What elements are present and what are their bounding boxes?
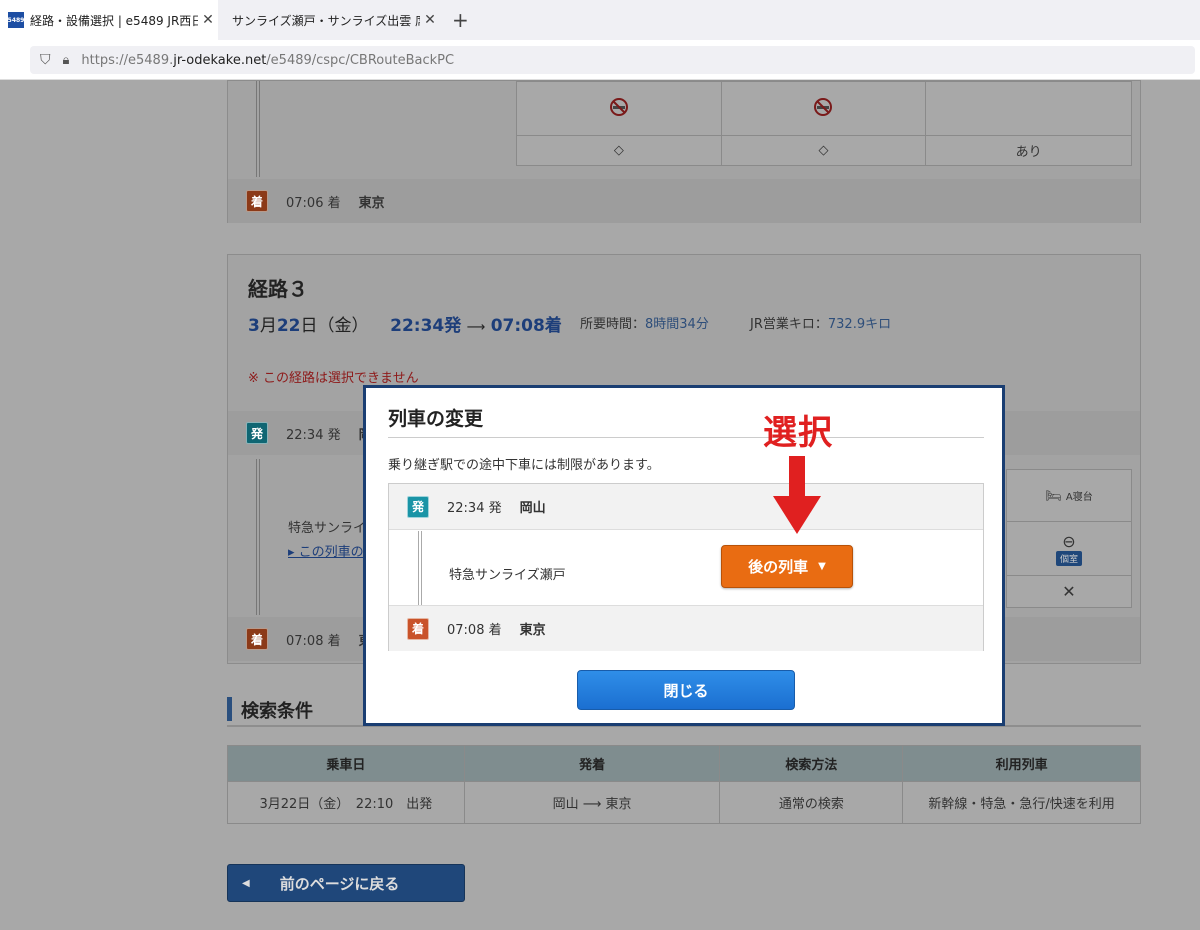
route-title: 経路３ (248, 277, 308, 301)
close-tab-icon[interactable]: ✕ (420, 12, 440, 28)
tab-title: 経路・設備選択 | e5489 JR西日本 (30, 13, 198, 28)
minus-circle-icon: ⊖ (1062, 531, 1076, 551)
arrival-station: 東京 (358, 195, 385, 211)
address-bar: ⛉ 🔒︎ https://e5489.jr-odekake.net/e5489/… (0, 40, 1200, 80)
url-field[interactable]: ⛉ 🔒︎ https://e5489.jr-odekake.net/e5489/… (30, 46, 1195, 74)
arrival-time: 07:08 着 (286, 633, 341, 649)
heading-text: 検索条件 (241, 701, 313, 722)
table-row: 3月22日（金） 22:10 出発 岡山 ⟶ 東京 通常の検索 新幹線・特急・急… (227, 781, 1141, 824)
back-button[interactable]: ◀ 前のページに戻る (227, 864, 465, 902)
departure-badge: 発 (407, 495, 429, 518)
facility-cell: ◇ (720, 135, 927, 166)
route-date-time: 3月22日（金） 22:34発 ⟶ 07:08着 (248, 316, 562, 336)
tab-title: サンライズ瀬戸・サンライズ出雲 席番 (232, 13, 420, 28)
shield-icon[interactable]: ⛉ (40, 52, 51, 68)
new-tab-button[interactable]: + (452, 8, 469, 32)
no-smoking-icon (720, 81, 927, 136)
table-cell: 通常の検索 (719, 781, 904, 824)
arrival-badge: 着 (246, 190, 268, 212)
operating-km: JR営業キロ：732.9キロ (750, 317, 892, 332)
site-favicon-icon: 5489 (8, 12, 24, 28)
arrival-row: 着 07:06 着 東京 (228, 179, 1140, 223)
table-cell: 岡山 ⟶ 東京 (463, 781, 721, 824)
arrival-row: 着 07:08 着 東京 (389, 605, 983, 651)
route-2-panel: ◇ ◇ あり 着 07:06 着 東京 (227, 80, 1141, 223)
left-arrow-icon: ◀ (242, 877, 250, 889)
table-header: 乗車日 (227, 745, 465, 782)
arrival-badge: 着 (407, 617, 429, 640)
arrival-time: 07:08 着 (447, 623, 502, 638)
a-sleeper-cell: 🛏︎ A寝台 (1006, 469, 1132, 522)
facility-table: ◇ ◇ あり (516, 81, 1132, 166)
dialog-route: 発 22:34 発 岡山 特急サンライズ瀬戸 後の列車 ▼ 着 07:08 着 … (388, 483, 984, 651)
select-annotation: 選択 (763, 413, 833, 453)
heading-accent-bar (227, 697, 232, 721)
bed-icon: 🛏︎ (1045, 488, 1062, 504)
table-header: 発着 (463, 745, 721, 782)
departure-time: 22:34 発 (286, 427, 341, 443)
duration: 所要時間：8時間34分 (580, 317, 709, 332)
route-warning: ※ この経路は選択できません (248, 371, 419, 386)
close-button[interactable]: 閉じる (577, 670, 795, 710)
close-tab-icon[interactable]: ✕ (198, 12, 218, 28)
divider (388, 437, 984, 438)
arrival-badge: 着 (246, 628, 268, 650)
table-cell: 新幹線・特急・急行/快速を利用 (902, 781, 1141, 824)
arrival-station: 東京 (519, 623, 546, 638)
no-smoking-icon (516, 81, 722, 136)
facility-cell: ◇ (516, 135, 722, 166)
dialog-note: 乗り継ぎ駅での途中下車には制限があります。 (388, 458, 660, 473)
private-room-cell: ⊖ 個室 (1006, 521, 1132, 576)
later-train-button[interactable]: 後の列車 ▼ (721, 545, 853, 588)
train-name: 特急サンライズ瀬戸 (449, 568, 566, 583)
tab-active[interactable]: 5489 経路・設備選択 | e5489 JR西日本 ✕ (0, 0, 218, 40)
facility-table: 🛏︎ A寝台 ⊖ 個室 ✕ (1006, 469, 1132, 608)
route-rail (418, 531, 422, 605)
table-cell: 3月22日（金） 22:10 出発 (227, 781, 465, 824)
search-conditions-table: 乗車日 発着 検索方法 利用列車 3月22日（金） 22:10 出発 岡山 ⟶ … (227, 745, 1141, 824)
facility-cell: あり (925, 135, 1132, 166)
table-header: 検索方法 (719, 745, 904, 782)
unavailable-cross-icon: ✕ (1006, 575, 1132, 608)
departure-row: 発 22:34 発 岡山 (389, 484, 983, 530)
route-rail (256, 81, 260, 177)
url-text: https://e5489.jr-odekake.net/e5489/cspc/… (81, 52, 455, 68)
tab-seat-number[interactable]: サンライズ瀬戸・サンライズ出雲 席番 ✕ (222, 0, 440, 40)
departure-badge: 発 (246, 422, 268, 444)
browser-tab-bar: 5489 経路・設備選択 | e5489 JR西日本 ✕ サンライズ瀬戸・サンラ… (0, 0, 1200, 40)
dialog-title: 列車の変更 (388, 408, 484, 430)
facility-cell (925, 81, 1132, 136)
route-rail (256, 459, 260, 615)
red-arrow-down-icon (773, 456, 821, 534)
lock-icon[interactable]: 🔒︎ (63, 53, 70, 68)
departure-time: 22:34 発 (447, 501, 502, 516)
table-header: 利用列車 (902, 745, 1141, 782)
arrival-time: 07:06 着 (286, 195, 341, 211)
departure-station: 岡山 (519, 501, 546, 516)
dropdown-caret-icon: ▼ (818, 561, 826, 572)
change-train-dialog: 列車の変更 乗り継ぎ駅での途中下車には制限があります。 発 22:34 発 岡山… (363, 385, 1005, 726)
